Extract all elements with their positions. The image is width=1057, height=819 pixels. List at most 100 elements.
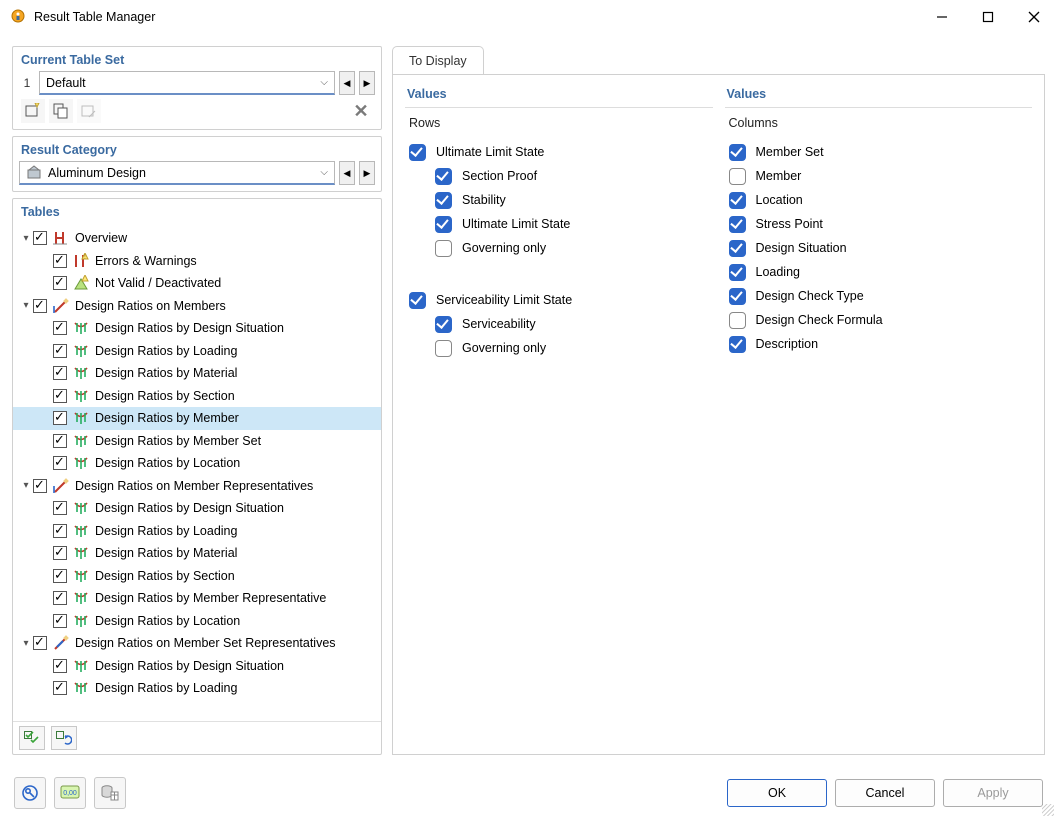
checkbox[interactable] (435, 192, 452, 209)
tree-checkbox[interactable] (53, 614, 67, 628)
checkbox[interactable] (729, 168, 746, 185)
units-button[interactable]: 0,00 (54, 777, 86, 809)
checkbox[interactable] (729, 288, 746, 305)
tree-row[interactable]: Design Ratios by Loading (13, 677, 381, 700)
checkbox[interactable] (435, 316, 452, 333)
tree-label: Design Ratios by Loading (95, 344, 237, 358)
chevron-down-icon: ⌵ (320, 77, 328, 88)
minimize-button[interactable] (919, 0, 965, 34)
tree-label: Errors & Warnings (95, 254, 197, 268)
tree-checkbox[interactable] (33, 231, 47, 245)
copy-button[interactable] (49, 99, 73, 123)
checkbox[interactable] (729, 144, 746, 161)
help-button[interactable] (14, 777, 46, 809)
tree-row[interactable]: Design Ratios by Design Situation (13, 497, 381, 520)
category-prev[interactable]: ◀ (339, 161, 355, 185)
tree-checkbox[interactable] (33, 636, 47, 650)
tree-row[interactable]: Design Ratios by Loading (13, 520, 381, 543)
tables-tree[interactable]: ▾Overview!Errors & WarningsNot Valid / D… (13, 223, 381, 721)
tree-checkbox[interactable] (53, 366, 67, 380)
checkbox[interactable] (435, 216, 452, 233)
tree-row[interactable]: Design Ratios by Loading (13, 340, 381, 363)
category-panel: Result Category Aluminum Design ⌵ ◀ ▶ (12, 136, 382, 192)
tree-row[interactable]: !Errors & Warnings (13, 250, 381, 273)
tree-label: Design Ratios by Design Situation (95, 321, 284, 335)
refresh-button[interactable] (51, 726, 77, 750)
check-all-button[interactable] (19, 726, 45, 750)
ratio-icon (71, 409, 91, 427)
tree-checkbox[interactable] (53, 569, 67, 583)
caret-icon[interactable]: ▾ (19, 300, 33, 311)
tree-row[interactable]: ▾ Design Ratios on Member Set Representat… (13, 632, 381, 655)
tree-checkbox[interactable] (53, 456, 67, 470)
tree-checkbox[interactable] (53, 591, 67, 605)
maximize-button[interactable] (965, 0, 1011, 34)
close-button[interactable] (1011, 0, 1057, 34)
table-export-button[interactable] (94, 777, 126, 809)
tree-checkbox[interactable] (53, 276, 67, 290)
checkbox[interactable] (729, 192, 746, 209)
tree-row[interactable]: Not Valid / Deactivated (13, 272, 381, 295)
tree-checkbox[interactable] (53, 389, 67, 403)
tree-row[interactable]: Design Ratios by Section (13, 565, 381, 588)
checkbox[interactable] (729, 264, 746, 281)
tree-row[interactable]: Design Ratios by Design Situation (13, 655, 381, 678)
tree-row[interactable]: Design Ratios by Material (13, 542, 381, 565)
tree-row[interactable]: ▾Design Ratios on Members (13, 295, 381, 318)
tree-checkbox[interactable] (53, 501, 67, 515)
cancel-button[interactable]: Cancel (835, 779, 935, 807)
category-next[interactable]: ▶ (359, 161, 375, 185)
ratio-icon (71, 544, 91, 562)
tree-checkbox[interactable] (53, 434, 67, 448)
tab-to-display[interactable]: To Display (392, 46, 484, 74)
tree-row[interactable]: Design Ratios by Member (13, 407, 381, 430)
check-label: Stability (462, 193, 506, 207)
tree-checkbox[interactable] (53, 546, 67, 560)
tree-checkbox[interactable] (53, 344, 67, 358)
tree-row[interactable]: Design Ratios by Design Situation (13, 317, 381, 340)
apply-button[interactable]: Apply (943, 779, 1043, 807)
tree-row[interactable]: Design Ratios by Member Set (13, 430, 381, 453)
ratio-icon (71, 387, 91, 405)
tree-checkbox[interactable] (53, 659, 67, 673)
check-row: Section Proof (409, 164, 709, 188)
tree-label: Design Ratios by Section (95, 389, 235, 403)
edit-button[interactable] (77, 99, 101, 123)
tree-row[interactable]: Design Ratios by Section (13, 385, 381, 408)
tree-row[interactable]: Design Ratios by Member Representative (13, 587, 381, 610)
ok-button[interactable]: OK (727, 779, 827, 807)
tree-checkbox[interactable] (33, 299, 47, 313)
caret-icon[interactable]: ▾ (19, 480, 33, 491)
tree-checkbox[interactable] (53, 681, 67, 695)
checkbox[interactable] (729, 216, 746, 233)
new-button[interactable] (21, 99, 45, 123)
category-combo[interactable]: Aluminum Design ⌵ (19, 161, 335, 185)
checkbox[interactable] (729, 336, 746, 353)
tree-checkbox[interactable] (53, 321, 67, 335)
checkbox[interactable] (435, 168, 452, 185)
delete-icon[interactable]: ✕ (349, 99, 373, 123)
checkbox[interactable] (409, 144, 426, 161)
table-set-prev[interactable]: ◀ (339, 71, 355, 95)
tree-checkbox[interactable] (53, 524, 67, 538)
tree-row[interactable]: Design Ratios by Location (13, 452, 381, 475)
tree-row[interactable]: ▾Overview (13, 227, 381, 250)
tree-label: Design Ratios on Member Set Representati… (75, 636, 336, 650)
checkbox[interactable] (409, 292, 426, 309)
tree-checkbox[interactable] (53, 254, 67, 268)
tree-row[interactable]: Design Ratios by Location (13, 610, 381, 633)
checkbox[interactable] (729, 312, 746, 329)
tree-checkbox[interactable] (33, 479, 47, 493)
checkbox[interactable] (435, 240, 452, 257)
resize-grip[interactable] (1042, 804, 1054, 816)
tree-row[interactable]: ▾Design Ratios on Member Representatives (13, 475, 381, 498)
table-set-panel: Current Table Set 1 Default ⌵ ◀ ▶ (12, 46, 382, 130)
tree-checkbox[interactable] (53, 411, 67, 425)
checkbox[interactable] (729, 240, 746, 257)
table-set-combo[interactable]: Default ⌵ (39, 71, 335, 95)
caret-icon[interactable]: ▾ (19, 233, 33, 244)
checkbox[interactable] (435, 340, 452, 357)
tree-row[interactable]: Design Ratios by Material (13, 362, 381, 385)
table-set-next[interactable]: ▶ (359, 71, 375, 95)
caret-icon[interactable]: ▾ (19, 638, 33, 649)
